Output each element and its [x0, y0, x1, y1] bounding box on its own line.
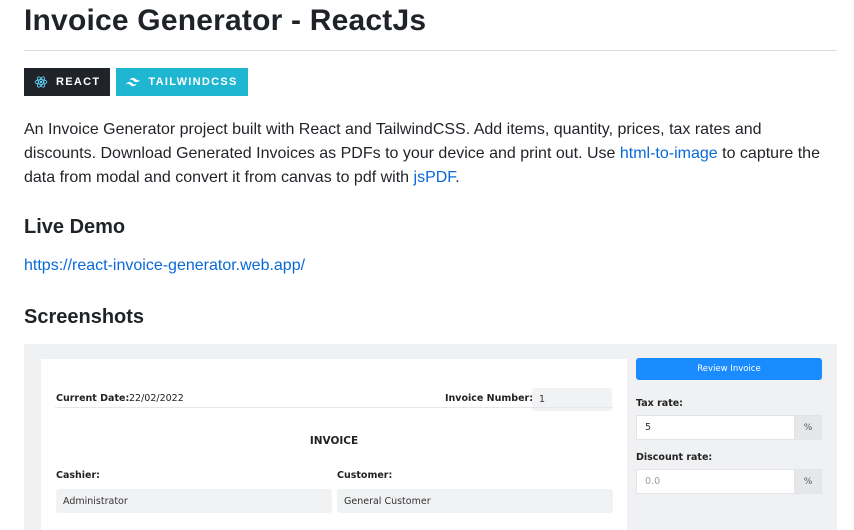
invoice-number-label: Invoice Number:	[445, 393, 533, 404]
screenshots-heading: Screenshots	[24, 306, 145, 328]
project-description: An Invoice Generator project built with …	[24, 118, 837, 190]
html-to-image-link[interactable]: html-to-image	[620, 145, 718, 162]
customer-label: Customer:	[337, 470, 393, 481]
description-text-3: .	[455, 169, 460, 186]
customer-field: General Customer	[337, 489, 613, 513]
current-date-label: Current Date:	[56, 393, 130, 404]
tax-rate-label: Tax rate:	[636, 398, 683, 409]
review-invoice-button: Review Invoice	[636, 358, 822, 380]
tax-rate-percent-addon: %	[794, 415, 822, 440]
tailwind-icon	[126, 77, 141, 87]
tax-rate-input: 5	[636, 415, 794, 440]
discount-rate-input: 0.0	[636, 469, 794, 494]
badge-row: REACT TAILWINDCSS	[24, 68, 248, 96]
invoice-form-card: Current Date: 22/02/2022 Invoice Number:…	[41, 359, 627, 530]
react-icon	[34, 75, 48, 89]
react-badge-label: REACT	[56, 76, 101, 88]
page-title: Invoice Generator - ReactJs	[24, 4, 427, 37]
title-divider	[24, 50, 837, 51]
react-badge[interactable]: REACT	[24, 68, 111, 96]
invoice-heading: INVOICE	[309, 435, 359, 447]
discount-rate-label: Discount rate:	[636, 452, 713, 463]
discount-rate-percent-addon: %	[794, 469, 822, 494]
live-demo-link[interactable]: https://react-invoice-generator.web.app/	[24, 257, 305, 275]
cashier-field: Administrator	[56, 489, 332, 513]
cashier-label: Cashier:	[56, 470, 100, 481]
jspdf-link[interactable]: jsPDF	[414, 169, 456, 186]
current-date-value: 22/02/2022	[129, 393, 184, 404]
tailwindcss-badge[interactable]: TAILWINDCSS	[116, 68, 248, 96]
app-screenshot-image: Current Date: 22/02/2022 Invoice Number:…	[24, 344, 837, 530]
live-demo-heading: Live Demo	[24, 216, 126, 238]
card-divider	[55, 407, 613, 408]
tailwindcss-badge-label: TAILWINDCSS	[148, 76, 238, 88]
